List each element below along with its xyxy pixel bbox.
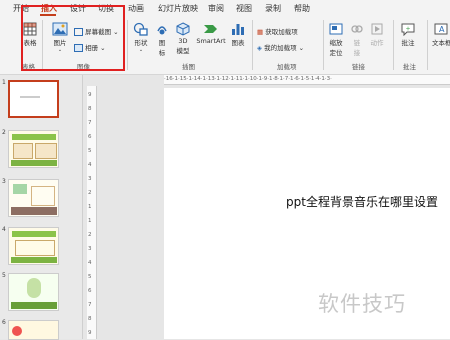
slide-number: 6 [2,319,6,326]
slides-panel: 1 2 3 4 5 6 [0,75,82,340]
ruler-tick: 9 [88,92,92,98]
ruler-tick: 9 [88,330,92,336]
ruler-tick: 5 [88,274,92,280]
comment-label: 批注 [401,39,415,47]
link-icon [351,25,363,33]
textbox-icon: A [434,23,448,35]
slide-text[interactable]: ppt全程背景音乐在哪里设置 [286,193,438,210]
tab-view[interactable]: 视图 [236,3,252,14]
get-addins-button[interactable]: ▦ 获取加载项 [257,26,298,36]
highlight-box [21,5,125,71]
group-separator [323,20,324,70]
group-separator [127,20,128,70]
ruler-tick: 4 [88,162,92,168]
ruler-tick: 1 [88,204,92,210]
vertical-ruler: 9 8 7 6 5 4 3 2 1 1 2 3 4 5 6 7 8 9 [87,86,97,339]
illustrations-group-label: 插图 [182,63,195,71]
horizontal-ruler: ·16·1·15·1·14·1·13·1·12·1·11·1·10·1·9·1·… [164,75,450,85]
watermark: 软件技巧 [318,292,406,316]
slide-number: 1 [2,79,6,86]
link-label: 链接 [353,39,361,57]
comment-button[interactable]: + 批注 [400,22,416,47]
smartart-icon [204,25,217,33]
shapes-button[interactable]: 形状 ⌄ [132,22,150,53]
action-label: 动作 [370,39,384,47]
smartart-button[interactable]: SmartArt [196,22,226,45]
ruler-tick: 7 [88,120,92,126]
ruler-tick: 8 [88,316,92,322]
group-separator [427,20,428,70]
tab-animations[interactable]: 动画 [128,3,144,14]
my-addins-button[interactable]: ◈ 我的加载项 ⌄ [257,42,304,52]
ruler-tick: 2 [88,190,92,196]
slide-number: 3 [2,178,6,185]
tab-help[interactable]: 帮助 [294,3,310,14]
ruler-tick: 7 [88,302,92,308]
slide-thumbnail-6[interactable] [8,320,59,340]
ruler-tick: 3 [88,246,92,252]
smartart-label: SmartArt [196,37,226,45]
icons-icon [157,26,167,35]
slide-number: 2 [2,129,6,136]
ruler-tick: 1 [88,218,92,224]
zoom-button[interactable]: 缩放定位 [326,22,346,57]
ruler-tick: 4 [88,260,92,266]
store-icon: ▦ [257,28,264,36]
group-separator [252,20,253,70]
ruler-tick: 3 [88,176,92,182]
3d-models-button[interactable]: 3D 模型 [174,22,192,55]
get-addins-label: 获取加载项 [265,28,298,36]
slide-number: 4 [2,226,6,233]
textbox-button[interactable]: A 文本框 [432,22,450,47]
ruler-tick: 6 [88,288,92,294]
chart-label: 图表 [231,39,245,47]
link-button[interactable]: 链接 [350,22,364,57]
cube-icon [176,22,190,36]
slide-thumbnail-4[interactable] [8,227,59,265]
action-button[interactable]: 动作 [370,22,384,47]
action-icon [371,23,383,35]
shapes-label: 形状 [134,39,148,47]
tab-slideshow[interactable]: 幻灯片放映 [158,3,198,14]
3d-models-label: 3D 模型 [176,37,190,55]
addins-group-label: 加载项 [277,63,297,71]
ruler-tick: 2 [88,232,92,238]
my-addins-label: 我的加载项 [264,44,297,52]
zoom-label: 缩放定位 [329,39,343,57]
svg-text:A: A [439,25,445,34]
slide-thumbnail-1[interactable] [8,80,59,118]
addins-icon: ◈ [257,44,262,52]
slide-thumbnail-3[interactable] [8,179,59,217]
comments-group-label: 批注 [403,63,416,71]
shapes-icon [133,22,148,36]
group-separator [393,20,394,70]
chart-button[interactable]: 图表 [230,22,246,47]
ruler-tick: 5 [88,148,92,154]
slide-thumbnail-5[interactable] [8,273,59,311]
panel-divider [82,75,83,339]
slide-thumbnail-2[interactable] [8,130,59,168]
icons-label: 图标 [158,39,166,57]
comment-icon: + [401,23,415,36]
slide-number: 5 [2,272,6,279]
icons-button[interactable]: 图标 [154,22,170,57]
ruler-tick: 8 [88,106,92,112]
ruler-tick: 6 [88,134,92,140]
zoom-icon [329,23,343,35]
svg-text:+: + [405,26,410,33]
links-group-label: 链接 [352,63,365,71]
textbox-label: 文本框 [432,39,450,47]
tab-review[interactable]: 审阅 [208,3,224,14]
tab-record[interactable]: 录制 [265,3,281,14]
chart-icon [232,24,244,35]
slide-canvas[interactable] [164,88,450,339]
